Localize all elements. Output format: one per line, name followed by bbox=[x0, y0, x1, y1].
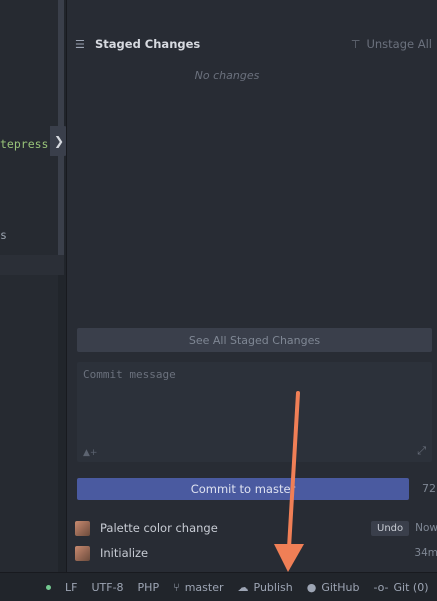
branch-label: master bbox=[184, 580, 224, 594]
unstage-icon: ⊤ bbox=[350, 37, 361, 51]
git-commit-icon: -o- bbox=[373, 580, 389, 594]
commit-time: Now bbox=[415, 522, 437, 534]
chevron-right-icon: ❯ bbox=[53, 134, 65, 148]
code-line: s bbox=[0, 228, 7, 242]
status-bar: LF UTF-8 PHP ⑂ master ☁ Publish ● GitHub… bbox=[0, 572, 437, 601]
commit-button[interactable]: Commit to master bbox=[77, 478, 409, 500]
git-panel: ☰ Staged Changes ⊤ Unstage All No change… bbox=[66, 0, 437, 572]
character-count: 72 bbox=[422, 482, 436, 495]
cloud-upload-icon: ☁ bbox=[237, 580, 249, 594]
commit-time: 34m bbox=[414, 547, 437, 559]
expand-icon[interactable]: ⤢ bbox=[417, 444, 426, 458]
co-author-icon[interactable]: ▲+ bbox=[83, 448, 97, 458]
code-line: tepress bbox=[0, 137, 49, 151]
undo-button[interactable]: Undo bbox=[371, 520, 410, 536]
status-dot-icon bbox=[46, 584, 51, 590]
unstage-all-button[interactable]: ⊤ Unstage All bbox=[351, 37, 432, 51]
github-label: GitHub bbox=[321, 580, 360, 594]
avatar bbox=[75, 520, 90, 536]
no-changes-text: No changes bbox=[194, 69, 260, 82]
unstage-all-label: Unstage All bbox=[366, 37, 432, 51]
commit-message: Initialize bbox=[100, 546, 149, 560]
editor-strip: tepress s bbox=[0, 0, 64, 572]
editor-line-highlight bbox=[0, 255, 64, 275]
recent-commit[interactable]: Palette color change Undo Now bbox=[75, 517, 437, 539]
line-ending-indicator[interactable]: LF bbox=[65, 581, 77, 594]
publish-button[interactable]: ☁ Publish bbox=[238, 581, 293, 594]
recent-commit[interactable]: Initialize 34m bbox=[75, 542, 437, 564]
git-tab-button[interactable]: -o- Git (0) bbox=[373, 581, 428, 594]
list-check-icon: ☰ bbox=[75, 38, 85, 51]
avatar bbox=[75, 545, 90, 561]
grammar-indicator[interactable]: PHP bbox=[138, 581, 160, 594]
encoding-indicator[interactable]: UTF-8 bbox=[91, 581, 123, 594]
commit-message-box: ▲+ ⤢ bbox=[77, 362, 432, 462]
commit-message: Palette color change bbox=[100, 521, 218, 535]
commit-message-input[interactable] bbox=[81, 366, 430, 442]
git-label: Git (0) bbox=[393, 580, 429, 594]
publish-label: Publish bbox=[253, 580, 293, 594]
branch-selector[interactable]: ⑂ master bbox=[173, 581, 223, 594]
see-all-staged-button[interactable]: See All Staged Changes bbox=[77, 328, 432, 352]
staged-changes-title: Staged Changes bbox=[95, 37, 201, 51]
branch-icon: ⑂ bbox=[173, 580, 180, 594]
github-tab-button[interactable]: ● GitHub bbox=[307, 581, 360, 594]
github-icon: ● bbox=[306, 580, 317, 594]
